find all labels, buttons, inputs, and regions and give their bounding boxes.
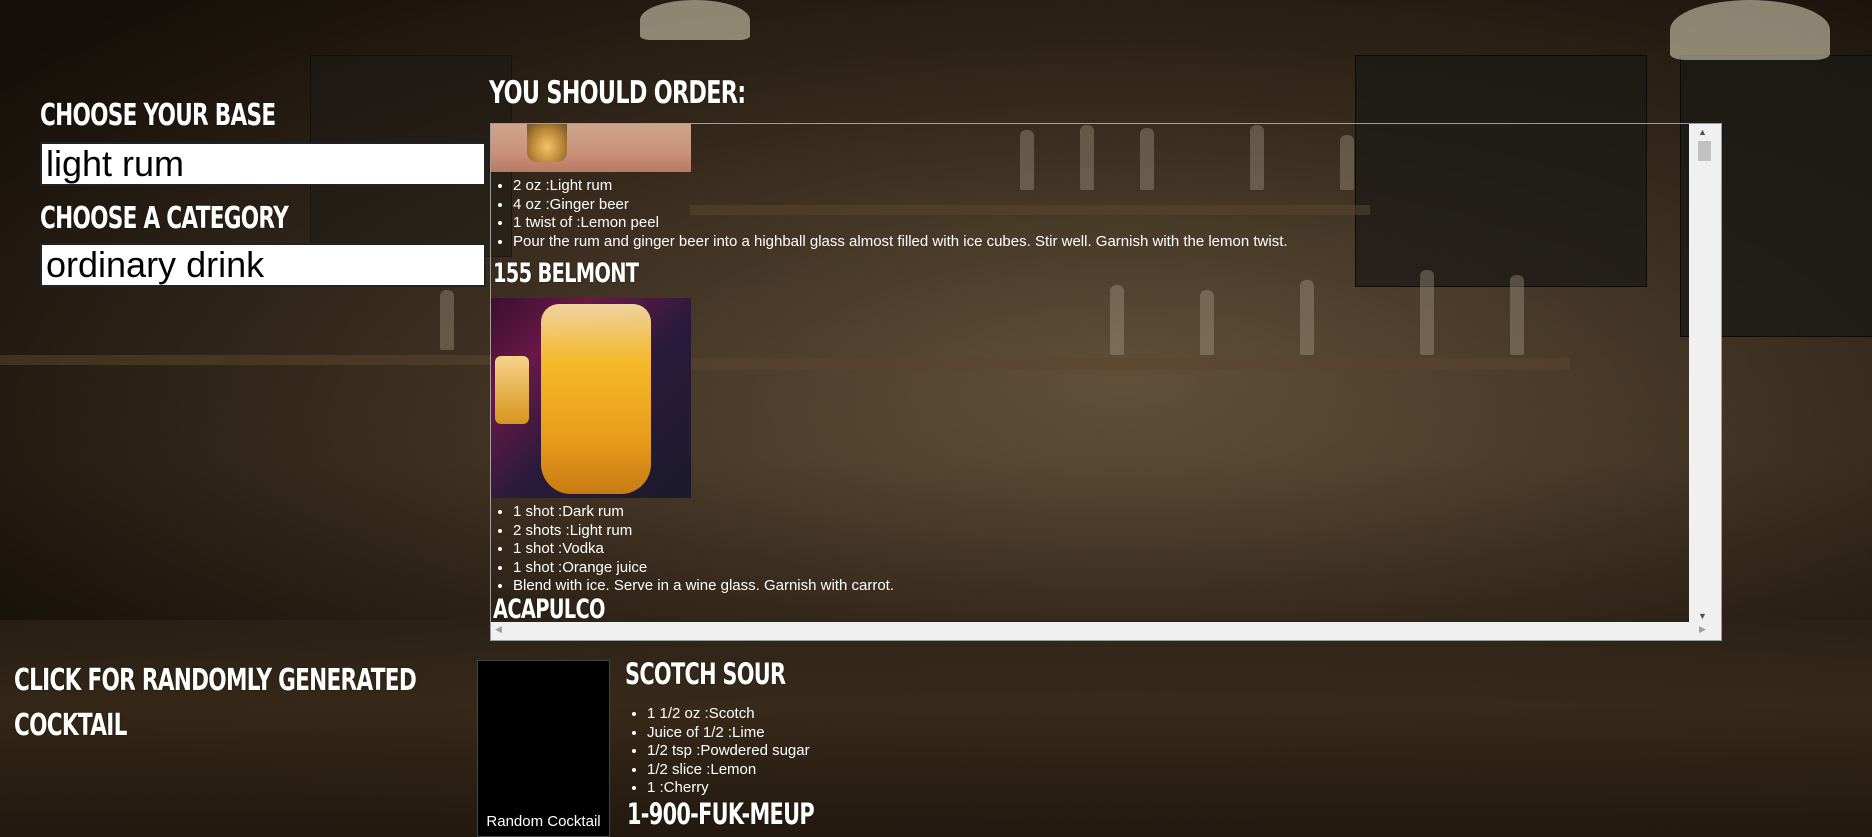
random-ingredient-list: 1 1/2 oz :Scotch Juice of 1/2 :Lime 1/2 … bbox=[625, 705, 810, 798]
drink-title: Acapulco bbox=[493, 594, 606, 624]
pendant-lamp bbox=[1670, 0, 1830, 60]
list-item: 1 1/2 oz :Scotch bbox=[647, 705, 810, 724]
scroll-right-icon[interactable]: ▶ bbox=[1699, 624, 1706, 635]
horizontal-scrollbar[interactable]: ◀ ▶ bbox=[491, 622, 1721, 640]
list-item: 1 shot :Vodka bbox=[513, 540, 894, 559]
list-item: 1 twist of :Lemon peel bbox=[513, 214, 1288, 233]
results-content: 2 oz :Light rum 4 oz :Ginger beer 1 twis… bbox=[491, 124, 1691, 624]
drink-image bbox=[491, 298, 691, 498]
category-heading: Choose a category bbox=[40, 201, 289, 236]
shelf bbox=[0, 355, 500, 365]
results-panel[interactable]: 2 oz :Light rum 4 oz :Ginger beer 1 twis… bbox=[490, 123, 1722, 641]
list-item: Blend with ice. Serve in a wine glass. G… bbox=[513, 577, 894, 596]
random-next-drink-title: 1-900-FUK-MEUP bbox=[627, 797, 815, 831]
list-item: 1/2 slice :Lemon bbox=[647, 761, 810, 780]
list-item: 1 :Cherry bbox=[647, 779, 810, 798]
random-cocktail-button[interactable]: Random Cocktail bbox=[477, 660, 610, 837]
list-item: Juice of 1/2 :Lime bbox=[647, 724, 810, 743]
ingredient-list: 1 shot :Dark rum 2 shots :Light rum 1 sh… bbox=[491, 503, 894, 596]
list-item: Pour the rum and ginger beer into a high… bbox=[513, 233, 1288, 252]
random-heading: Click for randomly generated cocktail bbox=[14, 658, 417, 748]
glass-photo bbox=[495, 356, 529, 424]
scroll-down-icon[interactable]: ▼ bbox=[1698, 611, 1707, 621]
random-heading-line: cocktail bbox=[14, 708, 127, 743]
list-item: 1 shot :Dark rum bbox=[513, 503, 894, 522]
glass-photo bbox=[541, 304, 651, 494]
scrollbar-thumb[interactable] bbox=[1698, 141, 1711, 161]
list-item: 2 oz :Light rum bbox=[513, 177, 1288, 196]
random-drink-title: Scotch Sour bbox=[625, 657, 786, 691]
scroll-left-icon[interactable]: ◀ bbox=[495, 624, 502, 635]
scroll-up-icon[interactable]: ▲ bbox=[1698, 127, 1707, 137]
base-heading: Choose your base bbox=[40, 98, 276, 133]
drink-image bbox=[491, 124, 691, 172]
bottle bbox=[440, 290, 454, 350]
ingredient-list: 2 oz :Light rum 4 oz :Ginger beer 1 twis… bbox=[491, 177, 1288, 251]
list-item: 1/2 tsp :Powdered sugar bbox=[647, 742, 810, 761]
base-input[interactable] bbox=[40, 142, 486, 186]
glass-photo bbox=[527, 124, 567, 162]
pendant-lamp bbox=[640, 0, 750, 40]
drink-title: 155 Belmont bbox=[493, 258, 639, 289]
random-heading-line: Click for randomly generated bbox=[14, 663, 417, 698]
category-input[interactable] bbox=[40, 243, 486, 287]
list-item: 4 oz :Ginger beer bbox=[513, 196, 1288, 215]
list-item: 2 shots :Light rum bbox=[513, 522, 894, 541]
vertical-scrollbar[interactable]: ▲ ▼ bbox=[1689, 124, 1721, 624]
results-heading: You should order: bbox=[489, 75, 746, 111]
list-item: 1 shot :Orange juice bbox=[513, 559, 894, 578]
